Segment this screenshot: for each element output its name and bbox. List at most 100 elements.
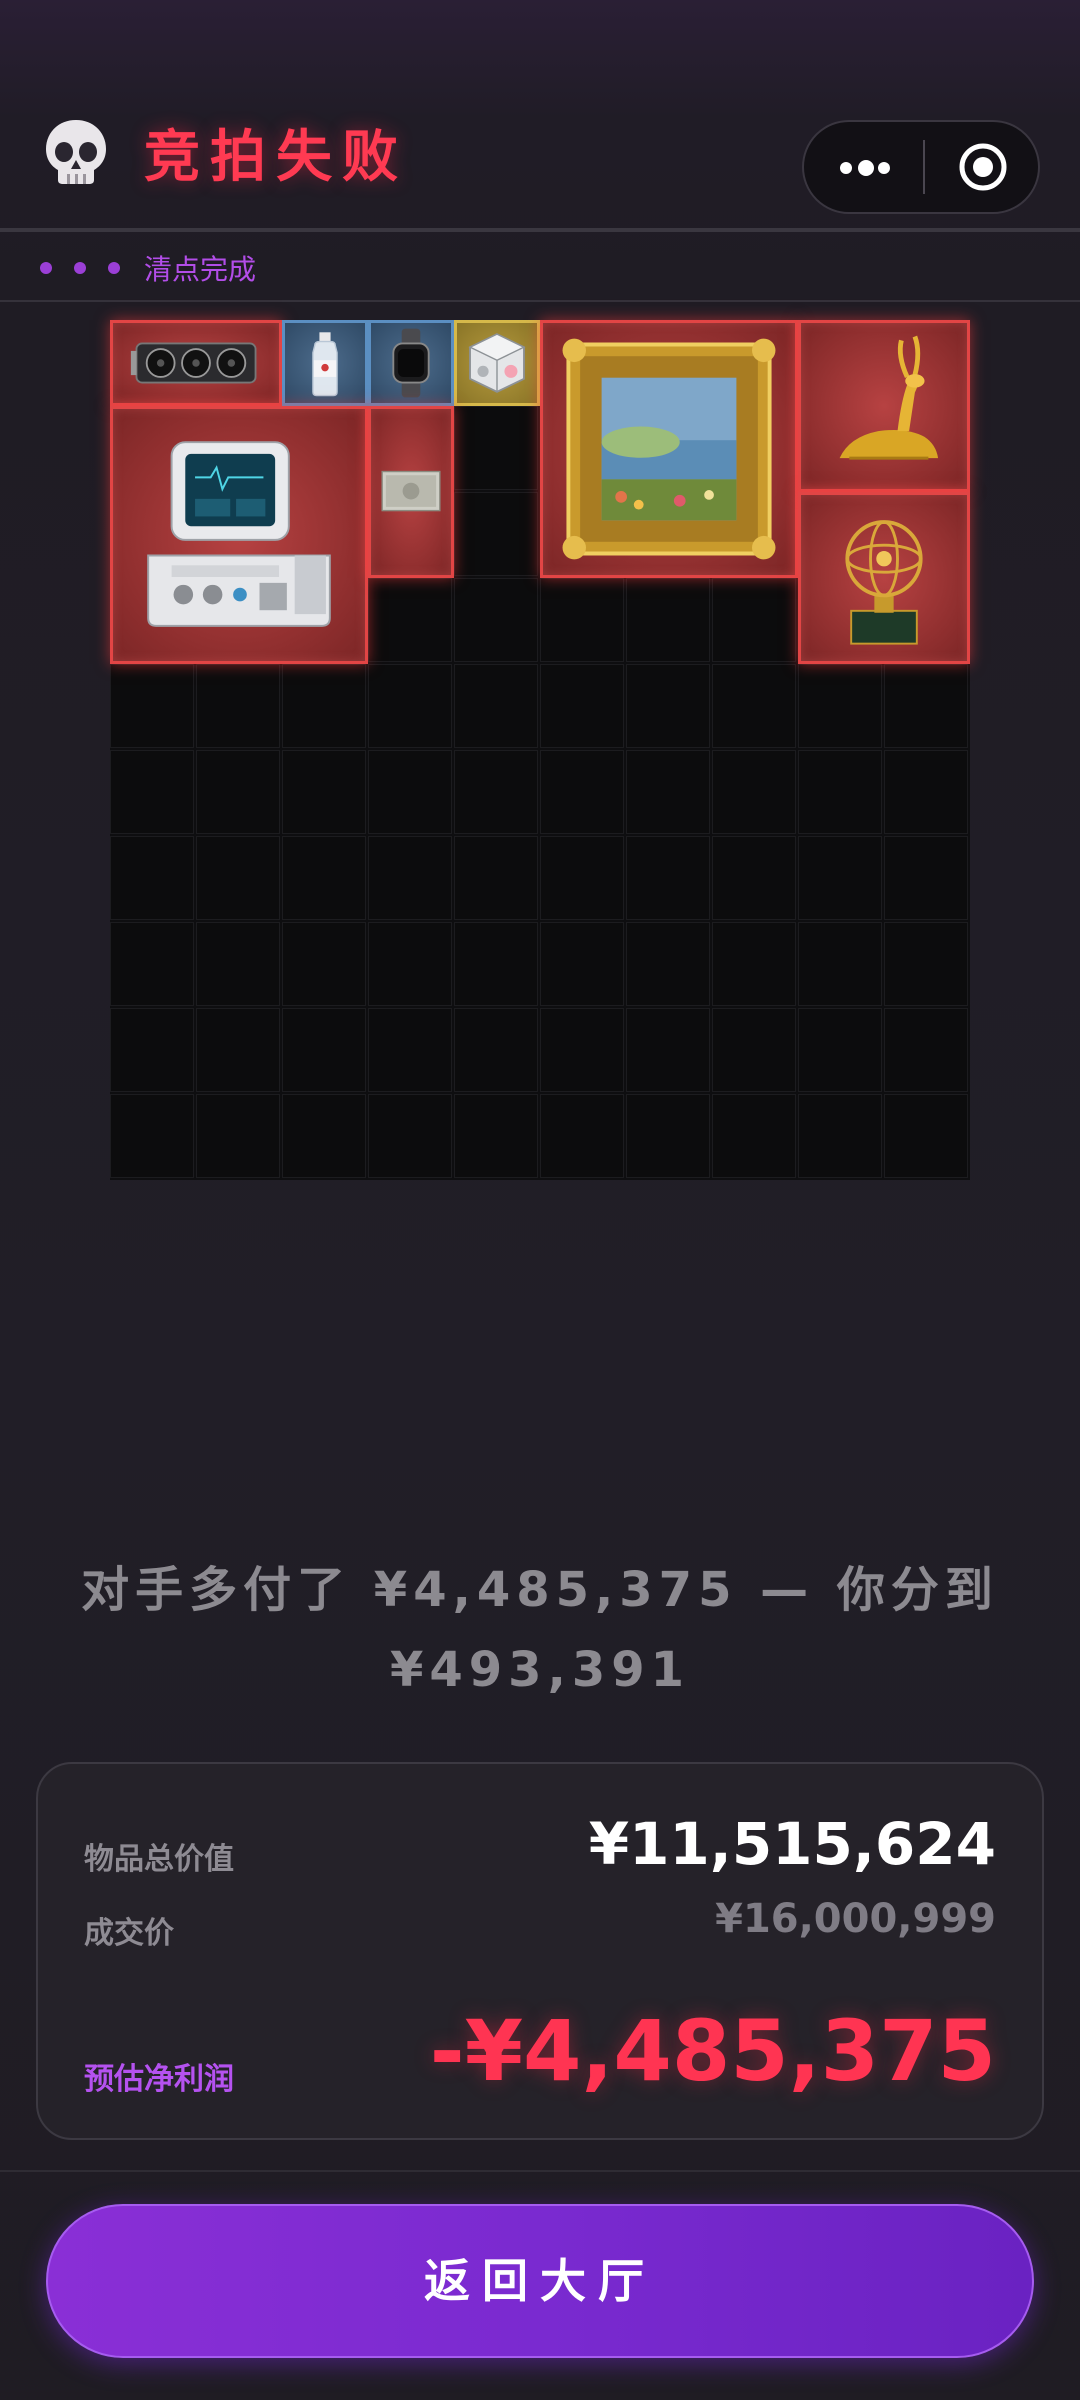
grid-cell	[884, 750, 968, 834]
grid-cell	[540, 578, 624, 662]
grid-cell	[454, 664, 538, 748]
grid-cell	[368, 578, 452, 662]
grid-cell	[626, 922, 710, 1006]
grid-cell	[110, 750, 194, 834]
total-value: ¥11,515,624	[588, 1810, 996, 1878]
grid-cell	[282, 922, 366, 1006]
net-profit-label: 预估净利润	[84, 2062, 234, 2097]
item-graphics-card[interactable]	[110, 320, 282, 406]
grid-cell	[368, 922, 452, 1006]
grid-cell	[454, 922, 538, 1006]
cash-bundle-icon	[381, 470, 441, 512]
grid-cell	[540, 922, 624, 1006]
grid-cell	[884, 1008, 968, 1092]
grid-cell	[884, 836, 968, 920]
grid-cell	[454, 750, 538, 834]
capsule-divider	[923, 140, 925, 194]
grid-cell	[798, 1008, 882, 1092]
grid-cell	[368, 750, 452, 834]
net-profit: -¥4,485,375	[429, 2002, 996, 2100]
grid-cell	[626, 578, 710, 662]
warehouse-grid	[110, 320, 970, 1180]
grid-cell	[884, 922, 968, 1006]
grid-cell	[454, 406, 538, 490]
summary-card: 物品总价值 ¥11,515,624 成交价 ¥16,000,999 预估净利润 …	[36, 1762, 1044, 2140]
grid-cell	[540, 664, 624, 748]
footer-divider	[0, 2170, 1080, 2172]
grid-cell	[712, 1008, 796, 1092]
grid-cell	[110, 922, 194, 1006]
grid-cell	[712, 578, 796, 662]
framed-painting-icon	[562, 338, 776, 560]
item-cash-bundle[interactable]	[368, 406, 454, 578]
grid-cell	[798, 664, 882, 748]
grid-cell	[282, 836, 366, 920]
grid-cell	[712, 750, 796, 834]
item-companion-cube[interactable]	[454, 320, 540, 406]
grid-cell	[454, 1094, 538, 1178]
item-medical-ventilator[interactable]	[110, 406, 368, 664]
item-water-bottle[interactable]	[282, 320, 368, 406]
skull-icon	[46, 120, 106, 184]
grid-cell	[798, 1094, 882, 1178]
grid-cell	[196, 1094, 280, 1178]
grid-cell	[626, 836, 710, 920]
grid-cell	[712, 922, 796, 1006]
grid-cell	[540, 750, 624, 834]
companion-cube-icon	[468, 333, 526, 393]
grid-cell	[368, 1008, 452, 1092]
grid-cell	[454, 836, 538, 920]
grid-cell	[884, 1094, 968, 1178]
target-close-icon[interactable]	[958, 142, 1008, 192]
grid-cell	[110, 1008, 194, 1092]
grid-cell	[712, 836, 796, 920]
grid-cell	[110, 664, 194, 748]
item-armillary-sphere[interactable]	[798, 492, 970, 664]
result-message-line1: 对手多付了 ¥4,485,375 — 你分到	[81, 1562, 999, 1618]
page-title: 竞拍失败	[144, 125, 408, 190]
result-message: 对手多付了 ¥4,485,375 — 你分到 ¥493,391	[60, 1550, 1020, 1710]
back-to-lobby-button[interactable]: 返回大厅	[46, 2204, 1034, 2358]
grid-cell	[196, 836, 280, 920]
grid-cell	[798, 836, 882, 920]
grid-cell	[454, 492, 538, 576]
item-golden-deer-statue[interactable]	[798, 320, 970, 492]
status-dot	[74, 262, 86, 274]
grid-cell	[540, 1094, 624, 1178]
armillary-sphere-icon	[845, 520, 923, 645]
grid-cell	[884, 664, 968, 748]
grid-cell	[540, 836, 624, 920]
grid-cell	[626, 664, 710, 748]
golden-deer-icon	[839, 335, 939, 460]
deal-price-label: 成交价	[84, 1916, 174, 1951]
more-dots-icon[interactable]	[804, 122, 922, 212]
grid-cell	[626, 1008, 710, 1092]
grid-cell	[626, 1094, 710, 1178]
grid-cell	[282, 1094, 366, 1178]
grid-cell	[368, 836, 452, 920]
grid-cell	[282, 664, 366, 748]
grid-cell	[196, 664, 280, 748]
grid-cell	[368, 664, 452, 748]
item-smartwatch[interactable]	[368, 320, 454, 406]
grid-cell	[798, 922, 882, 1006]
grid-cell	[712, 1094, 796, 1178]
ventilator-icon	[147, 441, 331, 627]
status-dot	[108, 262, 120, 274]
mini-program-capsule	[802, 120, 1040, 214]
status-label: 清点完成	[144, 253, 257, 286]
status-dot	[40, 262, 52, 274]
status-bar: 清点完成	[0, 232, 1080, 302]
smartwatch-icon	[392, 328, 430, 398]
total-value-label: 物品总价值	[84, 1842, 234, 1877]
grid-cell	[712, 664, 796, 748]
grid-cell	[110, 1094, 194, 1178]
item-framed-painting[interactable]	[540, 320, 798, 578]
deal-price: ¥16,000,999	[715, 1896, 996, 1942]
grid-cell	[196, 750, 280, 834]
grid-cell	[196, 1008, 280, 1092]
grid-cell	[282, 1008, 366, 1092]
grid-cell	[368, 1094, 452, 1178]
grid-cell	[626, 750, 710, 834]
water-bottle-icon	[312, 332, 338, 397]
